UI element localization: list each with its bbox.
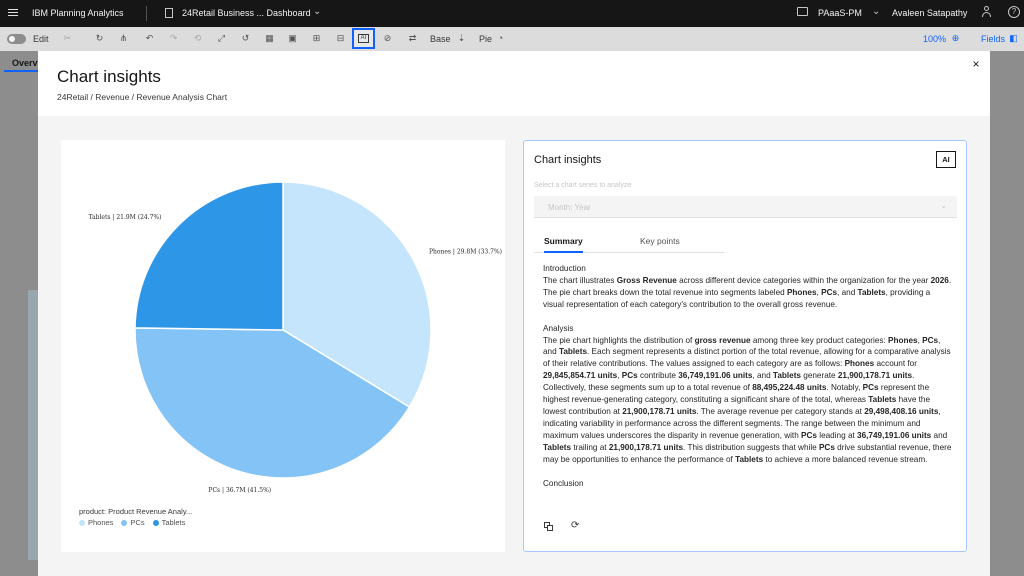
environment-name[interactable]: PAaaS-PM [818,8,862,18]
toolbar: Edit ✂ ↻ ⋔ ↶ ↷ ⟲ ⤢ ↺ ▦ ▣ ⊞ ⊟ AI ⊘ ⇄ Base… [0,27,1024,51]
series-select[interactable]: Month: Year ⌄ [534,196,957,218]
revert-icon[interactable]: ↺ [240,33,251,44]
fields-button[interactable]: Fields [981,34,1005,44]
divider [146,6,147,21]
sync-icon[interactable]: ⇄ [407,33,418,44]
chevron-down-icon[interactable]: ⌄ [872,6,880,17]
chart-panel: Phones | 29.8M (33.7%) PCs | 36.7M (41.5%… [61,140,505,552]
chevron-down-icon[interactable]: ⌄ [313,6,321,17]
background-tab[interactable]: Overvi [12,58,40,68]
chart-type-icon[interactable]: ◔ [495,33,506,44]
edit-label: Edit [33,34,49,44]
insights-title: Chart insights [534,154,602,166]
hamburger-menu-icon[interactable] [8,7,18,19]
legend-item-tablets[interactable]: Tablets [152,518,186,527]
slice-label-pcs: PCs | 36.7M (41.5%) [208,487,271,494]
suppress-icon[interactable]: ⊘ [382,33,393,44]
top-bar: IBM Planning Analytics 24Retail Business… [0,0,1024,27]
zoom-icon[interactable]: ⊕ [950,33,961,44]
fields-panel-icon[interactable]: ◧ [1008,33,1019,44]
user-name[interactable]: Avaleen Satapathy [892,8,967,18]
edit-toggle[interactable] [7,34,26,44]
legend-title: product: Product Revenue Analy... [79,507,193,516]
legend-swatch [152,519,159,526]
scroll-fade [534,491,958,511]
chart-insights-icon: AI [358,34,369,43]
slice-label-tablets: Tablets | 21.9M (24.7%) [89,214,162,221]
series-select-label: Select a chart series to analyze [534,182,632,189]
base-label[interactable]: Base [430,34,451,44]
cut-icon[interactable]: ✂ [62,33,73,44]
legend-label: Phones [88,518,114,527]
export-icon[interactable]: ⊟ [335,33,346,44]
layout-icon[interactable]: ▦ [264,33,275,44]
ai-badge: AI [936,151,956,168]
legend-item-phones[interactable]: Phones [79,518,113,527]
legend-label: PCs [130,518,145,527]
legend: Phones PCs Tablets [79,518,185,527]
redo-icon[interactable]: ↷ [168,33,179,44]
share-icon[interactable]: ⋔ [118,33,129,44]
swap-icon[interactable]: ⊞ [311,33,322,44]
series-select-value: Month: Year [548,203,591,212]
undo-icon[interactable]: ↶ [144,33,155,44]
insights-tabs: Summary Key points [534,235,724,253]
modal-title: Chart insights [57,67,161,86]
chat-icon[interactable] [797,7,808,16]
pie-chart: Phones | 29.8M (33.7%) PCs | 36.7M (41.5%… [89,181,502,494]
dashboard-icon [165,8,173,18]
section-heading: Analysis [543,323,574,333]
chart-insights-modal: Chart insights 24Retail / Revenue / Reve… [38,51,990,576]
tab-key-points[interactable]: Key points [640,236,680,253]
zoom-level[interactable]: 100% [923,34,946,44]
chevron-down-icon: ⌄ [940,201,947,210]
slice-label-phones: Phones | 29.8M (33.7%) [429,249,502,256]
intro-paragraph: The chart illustrates Gross Revenue acro… [543,275,952,309]
summary-content: Introduction The chart illustrates Gross… [543,263,953,510]
chart-type-label[interactable]: Pie [479,34,492,44]
breadcrumb: 24Retail / Revenue / Revenue Analysis Ch… [57,92,228,102]
legend-swatch [79,519,85,526]
dashboard-title[interactable]: 24Retail Business ... Dashboard [182,8,311,18]
help-icon[interactable]: ? [1008,6,1020,18]
copy-icon[interactable] [544,522,553,531]
legend-item-pcs[interactable]: PCs [121,518,145,527]
save-icon[interactable]: ▣ [287,33,298,44]
base-options-icon[interactable]: ⇣ [456,33,467,44]
section-heading: Conclusion [543,478,584,488]
chart-insights-button[interactable]: AI [352,28,375,49]
app-brand[interactable]: IBM Planning Analytics [32,8,124,18]
reset-icon[interactable]: ⟲ [192,33,203,44]
close-icon[interactable]: × [968,56,984,72]
modal-header: Chart insights 24Retail / Revenue / Reve… [38,51,990,116]
fit-icon[interactable]: ⤢ [216,33,227,44]
regenerate-icon[interactable]: ⟳ [571,520,579,531]
analysis-paragraph: The pie chart highlights the distributio… [543,335,952,464]
background-widget [28,290,38,560]
legend-swatch [121,519,128,526]
pie-slice-tablets[interactable] [134,181,284,331]
legend-label: Tablets [161,518,186,527]
user-icon[interactable] [981,6,991,19]
tab-summary[interactable]: Summary [544,236,583,253]
refresh-icon[interactable]: ↻ [94,33,105,44]
insights-panel: Chart insights AI Select a chart series … [523,140,967,552]
background-tab-indicator [4,70,40,72]
section-heading: Introduction [543,264,586,273]
